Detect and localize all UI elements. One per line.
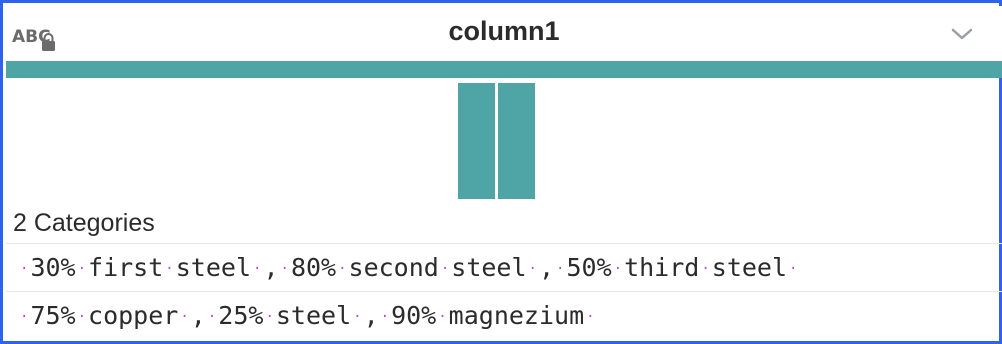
whitespace-marker: ·: [440, 261, 450, 277]
chevron-down-icon[interactable]: [950, 24, 974, 44]
whitespace-marker: ·: [338, 261, 347, 277]
whitespace-marker: ·: [438, 309, 447, 325]
category-histogram: [458, 83, 538, 199]
whitespace-marker: ·: [77, 309, 87, 325]
categories-count: 2 Categories: [13, 209, 155, 237]
whitespace-marker: ·: [280, 261, 289, 277]
whitespace-marker: ·: [253, 261, 262, 277]
whitespace-marker: ·: [528, 261, 537, 277]
value-row[interactable]: ·75% ·copper ·, ·25% ·steel ·, ·90% ·magnezium ·: [6, 291, 1002, 339]
column-title: column1: [448, 16, 560, 46]
whitespace-marker: ·: [380, 309, 390, 325]
whitespace-marker: ·: [20, 309, 29, 325]
whitespace-marker: ·: [586, 309, 595, 325]
whitespace-marker: ·: [20, 261, 29, 277]
value-text: ·30% ·first ·steel ·, ·80% ·second ·steel ·, ·50…: [20, 253, 798, 282]
histogram-bar[interactable]: [498, 83, 535, 199]
whitespace-marker: ·: [165, 261, 174, 277]
whitespace-marker: ·: [353, 309, 362, 325]
whitespace-marker: ·: [789, 261, 798, 277]
whitespace-marker: ·: [613, 261, 623, 277]
whitespace-marker: ·: [77, 261, 87, 277]
whitespace-marker: ·: [207, 309, 217, 325]
whitespace-marker: ·: [265, 309, 274, 325]
data-quality-bar[interactable]: [6, 61, 1002, 78]
column-card: ABC column1 2 Categories ·30% ·first ·stee…: [0, 0, 1002, 344]
value-text: ·75% ·copper ·, ·25% ·steel ·, ·90% ·magnezium ·: [20, 301, 595, 330]
value-row[interactable]: ·30% ·first ·steel ·, ·80% ·second ·steel ·, ·50…: [6, 243, 1002, 291]
whitespace-marker: ·: [180, 309, 189, 325]
whitespace-marker: ·: [701, 261, 710, 277]
histogram-bar[interactable]: [458, 83, 495, 199]
column-header: ABC column1: [6, 6, 1002, 61]
whitespace-marker: ·: [556, 261, 565, 277]
